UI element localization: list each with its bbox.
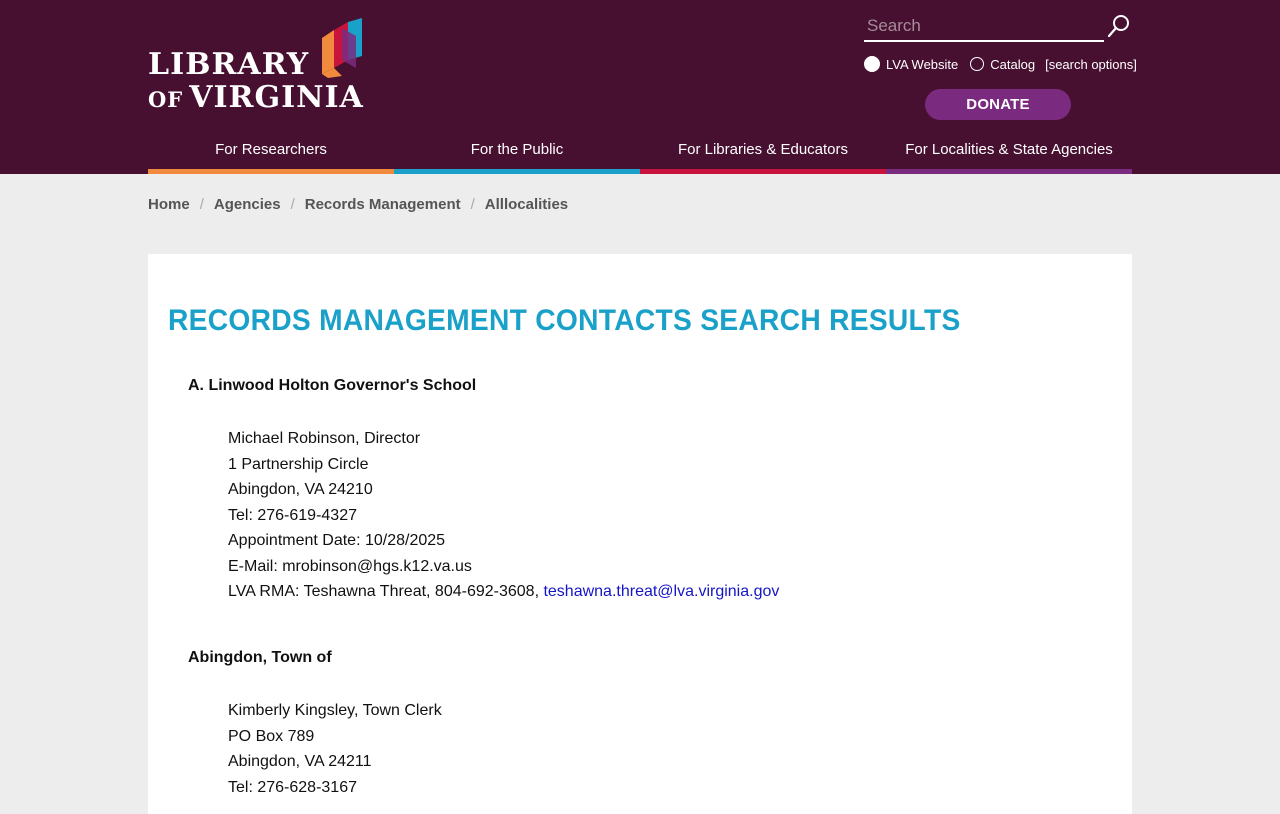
nav-for-localities-state-agencies[interactable]: For Localities & State Agencies: [886, 136, 1132, 174]
contact-tel: Tel: 276-628-3167: [228, 778, 357, 796]
logo-text-library: LIBRARY: [148, 47, 310, 82]
radio-lva-website-label[interactable]: LVA Website: [886, 57, 958, 72]
contact-city-state-zip: Abingdon, VA 24211: [228, 753, 372, 770]
nav-for-the-public[interactable]: For the Public: [394, 136, 640, 174]
contact-block: Michael Robinson, Director 1 Partnership…: [228, 426, 779, 605]
radio-lva-website[interactable]: [864, 56, 880, 72]
logo-text-virginia: VIRGINIA: [189, 80, 364, 115]
logo-text-of-virginia: OF VIRGINIA: [148, 81, 364, 117]
open-book-icon: [322, 18, 362, 78]
lva-rma-text: LVA RMA: Teshawna Threat, 804-692-3608,: [228, 583, 544, 600]
contact-city-state-zip: Abingdon, VA 24210: [228, 481, 373, 498]
nav-color-bar: [148, 169, 394, 174]
nav-label: For Libraries & Educators: [677, 141, 849, 158]
breadcrumb-separator: /: [290, 195, 295, 213]
lva-rma-email-link[interactable]: teshawna.threat@lva.virginia.gov: [543, 583, 779, 600]
search-options-link[interactable]: [search options]: [1045, 57, 1137, 72]
breadcrumb-home[interactable]: Home: [148, 196, 190, 213]
nav-label: For Localities & State Agencies: [905, 141, 1113, 158]
library-of-virginia-logo[interactable]: LIBRARY OF VIRGINIA: [148, 18, 373, 117]
radio-catalog-label[interactable]: Catalog: [990, 57, 1035, 72]
search-input[interactable]: [864, 12, 1104, 42]
nav-for-researchers[interactable]: For Researchers: [148, 136, 394, 174]
breadcrumb-records-management[interactable]: Records Management: [305, 196, 461, 213]
search-scope: LVA Website Catalog [search options]: [864, 54, 1137, 74]
donate-button[interactable]: DONATE: [925, 89, 1071, 120]
contact-name-title: Michael Robinson, Director: [228, 430, 421, 447]
radio-catalog[interactable]: [970, 57, 985, 71]
contact-tel: Tel: 276-619-4327: [228, 506, 357, 524]
main-nav: For Researchers For the Public For Libra…: [148, 136, 1132, 174]
contact-lva-rma: LVA RMA: Teshawna Threat, 804-692-3608, …: [228, 579, 779, 605]
nav-label: For Researchers: [215, 141, 327, 158]
breadcrumb: Home / Agencies / Records Management / A…: [148, 194, 568, 214]
breadcrumb-separator: /: [199, 195, 204, 213]
search-button[interactable]: [1106, 14, 1132, 40]
contact-appointment-date: Appointment Date: 10/28/2025: [228, 532, 446, 549]
search-bar: [864, 12, 1132, 44]
site-header: LIBRARY OFVIRGINIA LVA Website Catalog […: [0, 0, 1280, 174]
page-title: RECORDS MANAGEMENT CONTACTS SEARCH RESUL…: [168, 304, 961, 337]
main-content: RECORDS MANAGEMENT CONTACTS SEARCH RESUL…: [148, 254, 1132, 814]
entity-name: Abingdon, Town of: [188, 649, 332, 666]
entity-name: A. Linwood Holton Governor's School: [188, 377, 477, 394]
nav-for-libraries-educators[interactable]: For Libraries & Educators: [640, 136, 886, 174]
contact-name-title: Kimberly Kingsley, Town Clerk: [228, 702, 442, 719]
breadcrumb-separator: /: [470, 195, 475, 213]
contact-block: Kimberly Kingsley, Town Clerk PO Box 789…: [228, 698, 442, 800]
magnifier-icon: [1107, 15, 1129, 38]
breadcrumb-agencies[interactable]: Agencies: [214, 196, 281, 213]
logo-text-of: OF: [148, 87, 184, 112]
nav-color-bar: [640, 169, 886, 174]
nav-label: For the Public: [470, 141, 564, 158]
nav-color-bar: [394, 169, 640, 174]
contact-address: PO Box 789: [228, 727, 315, 745]
contact-email: E-Mail: mrobinson@hgs.k12.va.us: [228, 557, 472, 575]
nav-color-bar: [886, 169, 1132, 174]
breadcrumb-current: Alllocalities: [484, 195, 569, 213]
contact-address: 1 Partnership Circle: [228, 455, 369, 473]
